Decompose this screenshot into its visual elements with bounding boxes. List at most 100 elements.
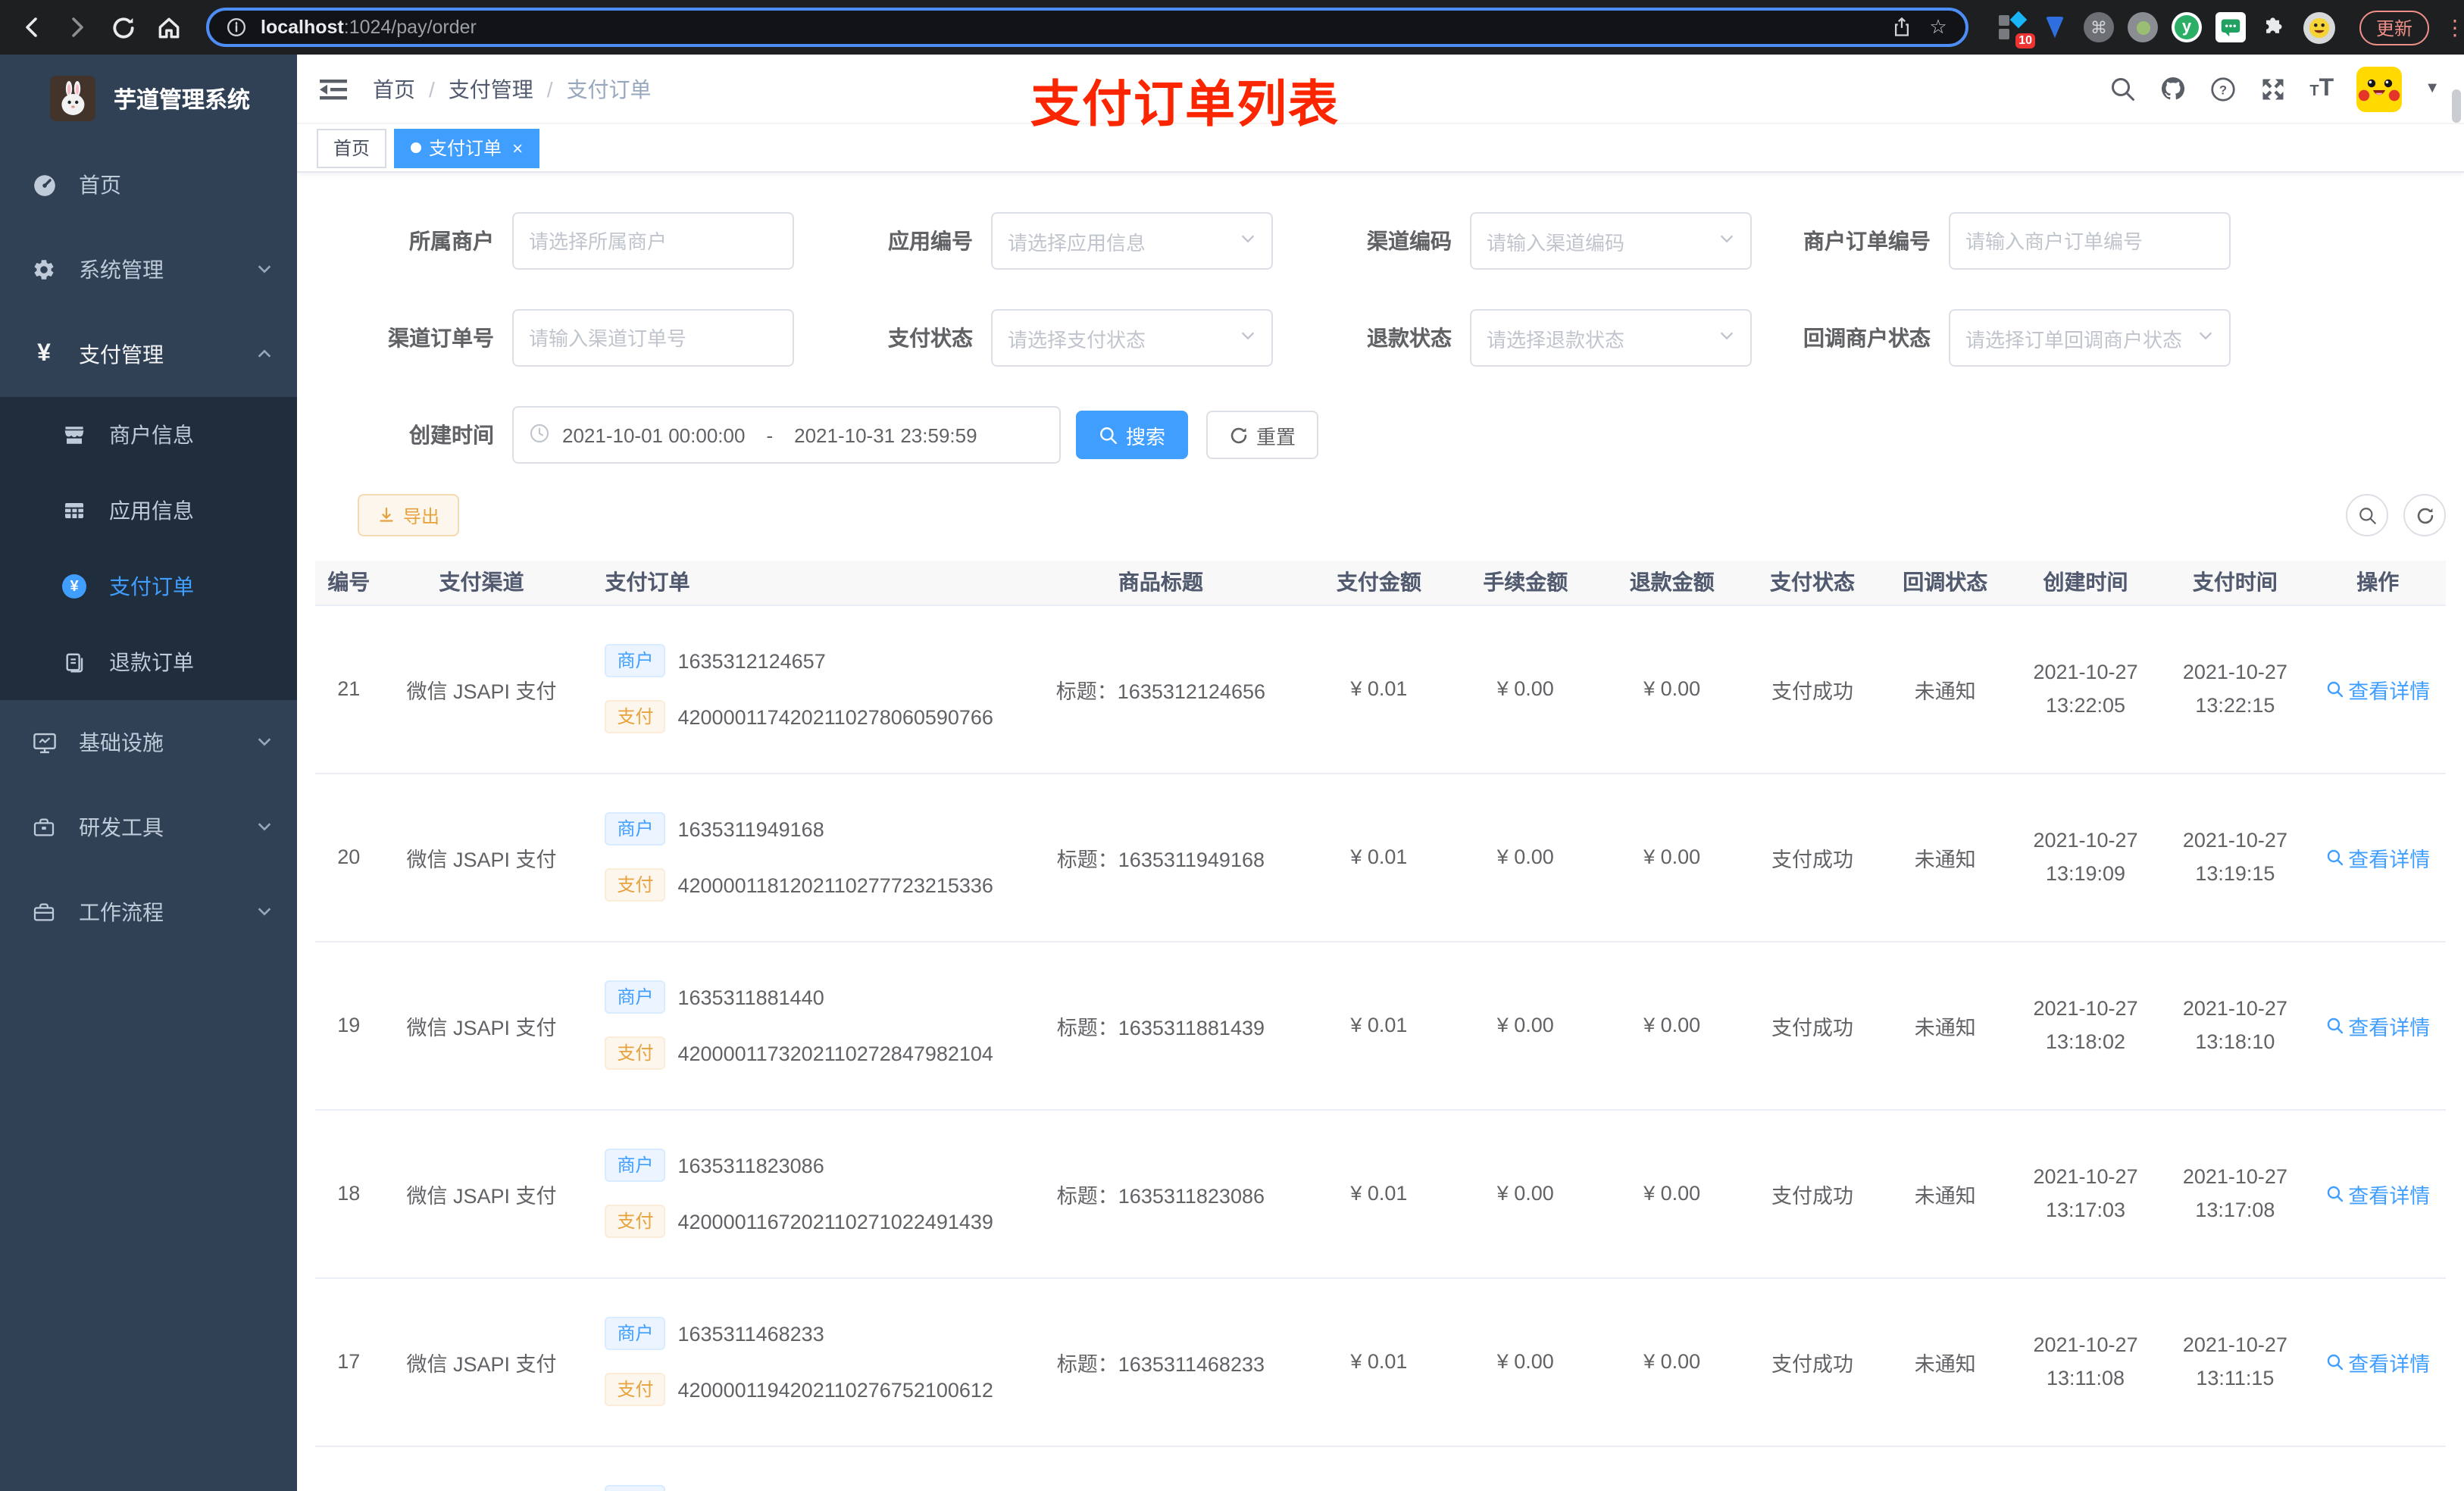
- refund-status-select[interactable]: 请选择退款状态: [1470, 309, 1752, 367]
- show-search-toggle-button[interactable]: [2346, 494, 2388, 536]
- date-range-picker[interactable]: 2021-10-01 00:00:00 - 2021-10-31 23:59:5…: [512, 406, 1061, 464]
- notify-status: 未通知: [1879, 941, 2011, 1110]
- sidebar-item-refund-order[interactable]: 退款订单: [0, 624, 297, 700]
- browser-update-button[interactable]: 更新: [2359, 10, 2430, 45]
- field-label: 渠道订单号: [388, 326, 494, 350]
- sidebar-item-app-info[interactable]: 应用信息: [0, 473, 297, 549]
- chevron-down-icon: [1718, 227, 1735, 255]
- view-detail-link[interactable]: 查看详情: [2325, 674, 2430, 704]
- merchant-tag: 商户: [605, 1485, 666, 1491]
- extension-y-icon[interactable]: y: [2172, 12, 2202, 42]
- table-row: 19 微信 JSAPI 支付 商户 1635311881440 支付 4200001…: [315, 941, 2446, 1110]
- pay-channel: 微信 JSAPI 支付: [382, 605, 581, 774]
- merchant-tag: 商户: [605, 980, 666, 1014]
- forward-icon[interactable]: [61, 11, 94, 44]
- help-icon[interactable]: ?: [2209, 75, 2237, 102]
- search-button[interactable]: 搜索: [1076, 411, 1189, 459]
- bookmark-star-icon[interactable]: ☆: [1926, 15, 1950, 39]
- profile-emoji-icon[interactable]: [2303, 11, 2335, 43]
- paid-time-cell: 2021-10-27 13:22:15: [2160, 605, 2310, 774]
- tab-pay-order[interactable]: 支付订单 ×: [394, 128, 540, 167]
- sidebar-item-merchant-info[interactable]: 商户信息: [0, 397, 297, 473]
- user-avatar[interactable]: [2356, 66, 2403, 111]
- merchant-order-no-input[interactable]: [1949, 212, 2231, 270]
- export-button[interactable]: 导出: [358, 494, 460, 536]
- pay-status-select[interactable]: 请选择支付状态: [991, 309, 1273, 367]
- table-header-row: 编号 支付渠道 支付订单 商品标题 支付金额 手续金额 退款金额 支付状态 回调状态 创建时间 支付…: [315, 561, 2446, 605]
- pay-tag: 支付: [605, 700, 666, 733]
- site-info-icon[interactable]: [224, 15, 249, 39]
- github-icon[interactable]: [2159, 75, 2187, 102]
- sidebar-collapse-icon[interactable]: [318, 73, 349, 104]
- filter-row-1: 所属商户 应用编号 请选择应用信息 渠道编码: [315, 212, 2446, 270]
- channel-code-select[interactable]: 请输入渠道编码: [1470, 212, 1752, 270]
- extension-collage-icon[interactable]: 10: [1996, 11, 2035, 48]
- avatar-caret-icon[interactable]: ▼: [2425, 80, 2440, 97]
- pay-amount: ¥ 0.01: [1305, 1109, 1452, 1278]
- order-table-body: 21 微信 JSAPI 支付 商户 1635312124657 支付 4200001…: [315, 605, 2446, 1491]
- search-icon[interactable]: [2109, 75, 2137, 102]
- refresh-button[interactable]: [2403, 494, 2446, 536]
- share-icon[interactable]: [1890, 15, 1914, 39]
- pay-channel: 微信 JSAPI 支付: [382, 1277, 581, 1446]
- extension-badge: 10: [2015, 33, 2035, 48]
- extension-command-icon[interactable]: ⌘: [2084, 12, 2114, 42]
- extensions-puzzle-icon[interactable]: [2259, 12, 2290, 42]
- view-detail-link[interactable]: 查看详情: [2325, 842, 2430, 872]
- merchant-input[interactable]: [512, 212, 794, 270]
- refund-amount: ¥ 0.00: [1599, 941, 1746, 1110]
- app-logo: [50, 76, 95, 121]
- breadcrumb-separator: /: [546, 77, 553, 101]
- pay-amount: [1305, 1446, 1452, 1491]
- sidebar-item-workflow[interactable]: 工作流程: [0, 870, 297, 955]
- app-select[interactable]: 请选择应用信息: [991, 212, 1273, 270]
- extension-dot-icon[interactable]: [2128, 12, 2158, 42]
- fullscreen-icon[interactable]: [2259, 75, 2287, 102]
- reset-button[interactable]: 重置: [1206, 411, 1319, 459]
- chevron-down-icon: [256, 815, 273, 839]
- sidebar-item-infrastructure[interactable]: 基础设施: [0, 700, 297, 785]
- table-row: 17 微信 JSAPI 支付 商户 1635311468233 支付 4200001…: [315, 1277, 2446, 1446]
- column-header: 回调状态: [1879, 561, 2011, 605]
- channel-order-no-input[interactable]: [512, 309, 794, 367]
- svg-text:?: ?: [2219, 83, 2227, 96]
- home-icon[interactable]: [152, 11, 185, 44]
- scrollbar-thumb[interactable]: [2452, 89, 2461, 123]
- tab-home[interactable]: 首页: [317, 128, 387, 167]
- action-cell: 查看详情: [2309, 941, 2446, 1110]
- browser-menu-icon[interactable]: ⋮: [2444, 14, 2464, 40]
- pay-channel: [382, 1446, 581, 1491]
- sidebar-item-system[interactable]: 系统管理: [0, 227, 297, 312]
- merchant-order-no: 1635311468233: [677, 1322, 824, 1345]
- reload-icon[interactable]: [106, 11, 139, 44]
- extension-chat-icon[interactable]: [2215, 12, 2246, 42]
- address-bar[interactable]: localhost:1024/pay/order ☆: [206, 8, 1968, 47]
- action-cell: [2309, 1446, 2446, 1491]
- sidebar-item-home[interactable]: 首页: [0, 142, 297, 227]
- notify-status-select[interactable]: 请选择订单回调商户状态: [1949, 309, 2231, 367]
- action-cell: 查看详情: [2309, 605, 2446, 774]
- breadcrumb-home[interactable]: 首页: [373, 73, 415, 104]
- extension-gem-icon[interactable]: [2040, 12, 2070, 42]
- sidebar-item-payment[interactable]: ¥ 支付管理: [0, 312, 297, 397]
- sidebar-item-pay-order[interactable]: ¥ 支付订单: [0, 549, 297, 624]
- pay-amount: ¥ 0.01: [1305, 773, 1452, 942]
- paid-time-cell: 2021-10-27 13:17:08: [2160, 1109, 2310, 1278]
- active-tab-dot: [411, 142, 422, 153]
- back-icon[interactable]: [15, 11, 48, 44]
- close-icon[interactable]: ×: [512, 137, 523, 158]
- column-header: 操作: [2309, 561, 2446, 605]
- tab-label: 支付订单: [429, 138, 502, 159]
- view-detail-link[interactable]: 查看详情: [2325, 1010, 2430, 1040]
- breadcrumb-payment[interactable]: 支付管理: [449, 73, 533, 104]
- field-label: 商户订单编号: [1803, 229, 1931, 253]
- view-detail-link[interactable]: 查看详情: [2325, 1346, 2430, 1377]
- sidebar-item-label: 应用信息: [109, 499, 194, 523]
- font-size-icon[interactable]: TT: [2309, 75, 2334, 102]
- documents-icon: [61, 649, 88, 676]
- toolbox-icon: [30, 814, 58, 841]
- view-detail-link[interactable]: 查看详情: [2325, 1178, 2430, 1208]
- sidebar-item-dev-tools[interactable]: 研发工具: [0, 785, 297, 870]
- pay-amount: ¥ 0.01: [1305, 941, 1452, 1110]
- merchant-order-no: 1635312124657: [677, 649, 826, 672]
